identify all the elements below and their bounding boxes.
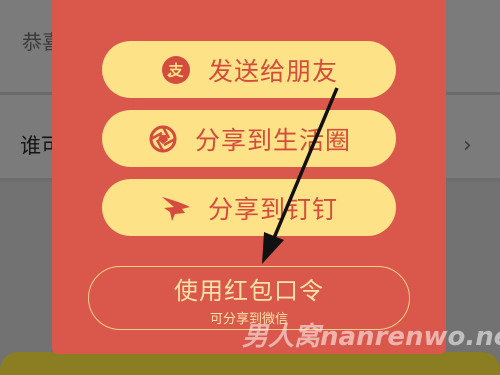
watermark: 男人窝nanrenwo.net <box>242 322 500 352</box>
share-to-dingtalk-label: 分享到钉钉 <box>207 194 338 224</box>
share-to-moments-button[interactable]: 分享到生活圈 <box>102 110 396 167</box>
svg-text:支: 支 <box>167 61 184 79</box>
bg-bottom-button <box>0 352 500 375</box>
dingtalk-icon <box>160 192 192 224</box>
send-to-friend-button[interactable]: 支 发送给朋友 <box>102 41 396 98</box>
chevron-right-icon: › <box>463 133 472 158</box>
share-to-dingtalk-button[interactable]: 分享到钉钉 <box>102 179 396 236</box>
share-to-moments-label: 分享到生活圈 <box>194 125 351 155</box>
alipay-icon: 支 <box>160 54 192 86</box>
aperture-icon <box>147 123 179 155</box>
share-panel: 支 发送给朋友 分享到生活圈 分享到钉钉 使用红包口令 可分享到微信 <box>52 0 446 354</box>
send-to-friend-label: 发送给朋友 <box>207 56 338 86</box>
use-password-label: 使用红包口令 <box>174 277 324 305</box>
